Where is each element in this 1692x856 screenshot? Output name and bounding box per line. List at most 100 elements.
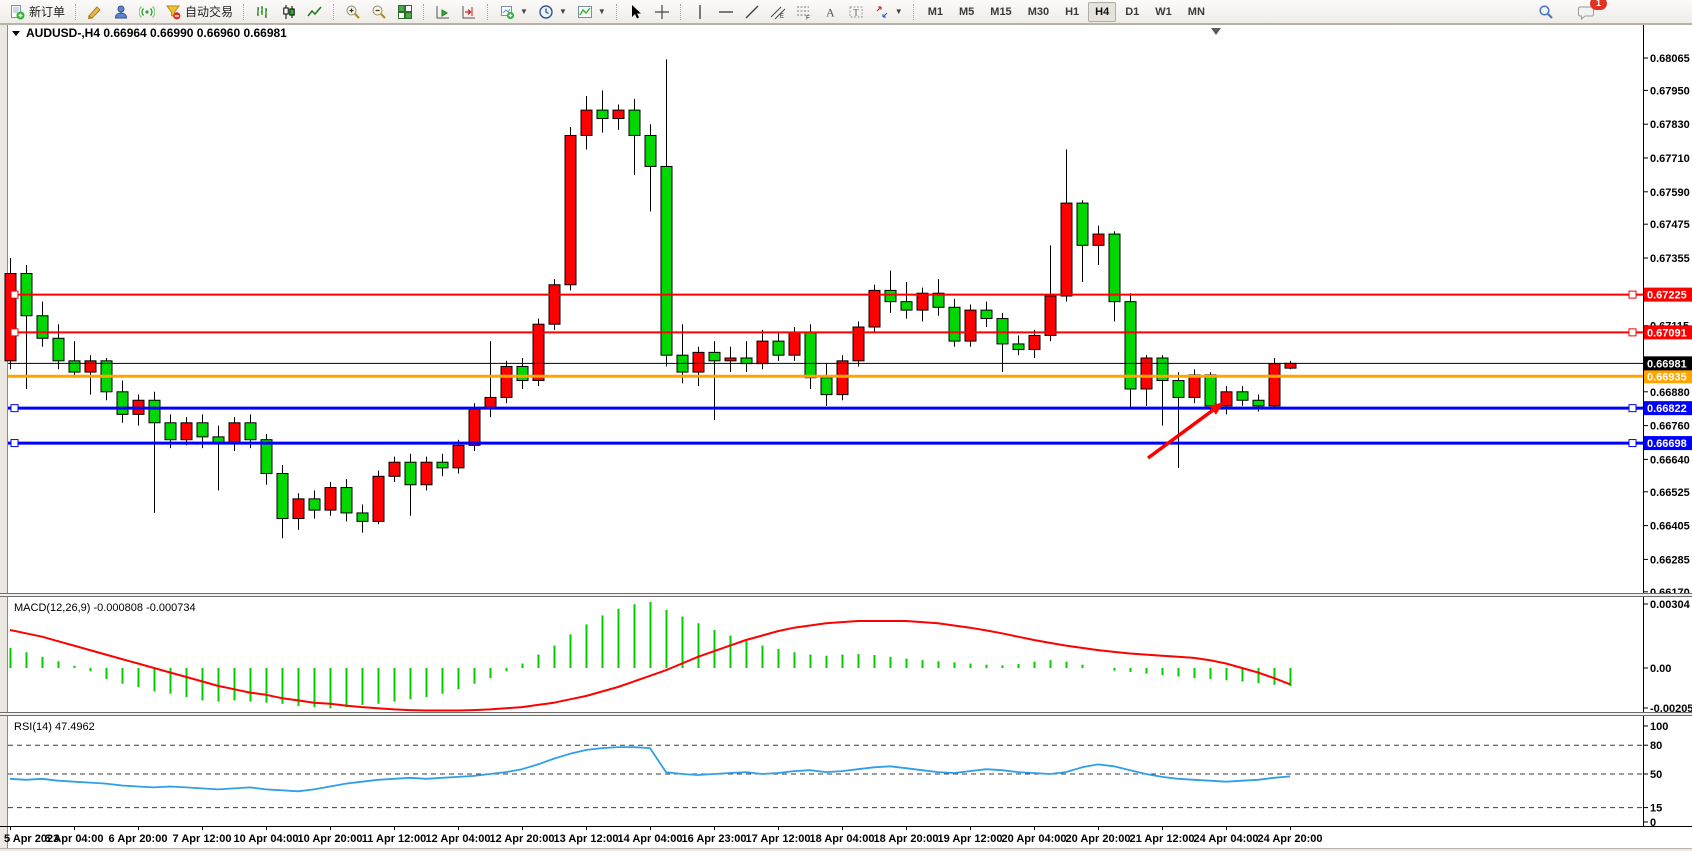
- candlestick-up: [181, 423, 192, 440]
- candlestick-down: [357, 513, 368, 521]
- zoom-in-icon: [345, 4, 361, 20]
- horizontal-line-icon: [718, 4, 734, 20]
- bar-chart-button[interactable]: [250, 1, 276, 23]
- text-label-tool-button[interactable]: T: [843, 1, 869, 23]
- fibonacci-tool-button[interactable]: F: [791, 1, 817, 23]
- timeframe-m30[interactable]: M30: [1021, 2, 1056, 22]
- toolbar-separator: [487, 4, 489, 20]
- timeframe-m1[interactable]: M1: [921, 2, 950, 22]
- indicators-button[interactable]: ▼: [572, 1, 611, 23]
- chart-shift-button[interactable]: [456, 1, 482, 23]
- candlestick-up: [693, 352, 704, 372]
- candlestick-up: [1285, 363, 1296, 368]
- line-chart-icon: [307, 4, 323, 20]
- auto-scroll-icon: [435, 4, 451, 20]
- price-axis-label: 0.67950: [1650, 85, 1690, 97]
- chart-area[interactable]: 0.680650.679500.678300.677100.675900.674…: [0, 24, 1692, 851]
- vertical-line-tool-button[interactable]: [687, 1, 713, 23]
- toolbar-separator: [333, 4, 335, 20]
- time-axis-label: 20 Apr 20:00: [1065, 833, 1130, 845]
- line-handle[interactable]: [1629, 440, 1636, 447]
- line-price-box-label: 0.67225: [1647, 290, 1687, 302]
- rsi-axis-label: 15: [1650, 803, 1662, 815]
- toolbar-separator: [423, 4, 425, 20]
- line-price-box-label: 0.67091: [1647, 327, 1687, 339]
- rsi-axis-label: 0: [1650, 817, 1656, 829]
- timeframe-m5[interactable]: M5: [952, 2, 981, 22]
- notification-badge: 1: [1590, 0, 1607, 10]
- time-axis-label: 10 Apr 04:00: [233, 833, 298, 845]
- price-axis-label: 0.66880: [1650, 387, 1690, 399]
- price-axis-label: 0.66170: [1650, 587, 1690, 599]
- depth-of-market-button[interactable]: [108, 1, 134, 23]
- line-handle[interactable]: [11, 329, 18, 336]
- signals-button[interactable]: [134, 1, 160, 23]
- channel-tool-button[interactable]: E: [765, 1, 791, 23]
- time-axis-label: 18 Apr 04:00: [809, 833, 874, 845]
- candlestick-up: [325, 488, 336, 511]
- auto-trading-button[interactable]: 自动交易: [160, 1, 238, 23]
- candlestick-up: [389, 462, 400, 476]
- time-axis-label: 21 Apr 12:00: [1129, 833, 1194, 845]
- candlestick-down: [885, 290, 896, 301]
- candlestick-down: [165, 423, 176, 440]
- cursor-button[interactable]: [623, 1, 649, 23]
- chevron-down-icon: ▼: [520, 7, 528, 16]
- equidistant-channel-icon: E: [770, 4, 786, 20]
- candlestick-up: [1269, 364, 1280, 406]
- candlestick-down: [709, 352, 720, 360]
- timeframe-mn[interactable]: MN: [1181, 2, 1212, 22]
- timeframe-m15[interactable]: M15: [983, 2, 1018, 22]
- timeframe-h4-active[interactable]: H4: [1088, 2, 1116, 22]
- candlestick-up: [613, 110, 624, 118]
- candlestick-down: [997, 319, 1008, 344]
- line-handle[interactable]: [1629, 405, 1636, 412]
- periodicity-button[interactable]: ▼: [533, 1, 572, 23]
- price-chart-svg[interactable]: 0.680650.679500.678300.677100.675900.674…: [0, 24, 1692, 851]
- line-handle[interactable]: [11, 440, 18, 447]
- time-axis-label: 24 Apr 20:00: [1257, 833, 1322, 845]
- candlestick-down: [821, 378, 832, 395]
- toolbar: 新订单 自动交易: [0, 0, 1692, 24]
- tile-windows-button[interactable]: [392, 1, 418, 23]
- new-chart-button[interactable]: ▼: [494, 1, 533, 23]
- line-chart-button[interactable]: [302, 1, 328, 23]
- arrows-tool-button[interactable]: ▼: [869, 1, 908, 23]
- timeframe-w1[interactable]: W1: [1148, 2, 1179, 22]
- auto-scroll-button[interactable]: [430, 1, 456, 23]
- line-handle[interactable]: [11, 291, 18, 298]
- vertical-line-icon: [692, 4, 708, 20]
- candlestick-down: [37, 316, 48, 339]
- bar-chart-icon: [255, 4, 271, 20]
- search-button[interactable]: [1533, 1, 1559, 23]
- styles-button[interactable]: [82, 1, 108, 23]
- horizontal-line-tool-button[interactable]: [713, 1, 739, 23]
- zoom-out-button[interactable]: [366, 1, 392, 23]
- trendline-tool-button[interactable]: [739, 1, 765, 23]
- indicator-list-icon: [577, 4, 593, 20]
- candlestick-down: [69, 361, 80, 372]
- candlestick-up: [757, 341, 768, 364]
- trendline-icon: [744, 4, 760, 20]
- line-handle[interactable]: [1629, 329, 1636, 336]
- candlestick-down: [645, 135, 656, 166]
- time-axis-label: 20 Apr 04:00: [1001, 833, 1066, 845]
- candlestick-down: [773, 341, 784, 355]
- crosshair-button[interactable]: [649, 1, 675, 23]
- candlestick-down: [405, 462, 416, 485]
- line-handle[interactable]: [1629, 291, 1636, 298]
- toolbar-separator: [913, 4, 915, 20]
- line-handle[interactable]: [11, 405, 18, 412]
- new-order-button[interactable]: 新订单: [4, 1, 70, 23]
- timeframe-h1[interactable]: H1: [1058, 2, 1086, 22]
- time-axis-label: 11 Apr 12:00: [362, 833, 426, 845]
- timeframe-d1[interactable]: D1: [1118, 2, 1146, 22]
- text-tool-button[interactable]: A: [817, 1, 843, 23]
- zoom-in-button[interactable]: [340, 1, 366, 23]
- candlestick-up: [1093, 234, 1104, 245]
- candlestick-up: [501, 366, 512, 397]
- price-axis-label: 0.66285: [1650, 554, 1690, 566]
- svg-text:F: F: [806, 14, 810, 20]
- candlestick-chart-button[interactable]: [276, 1, 302, 23]
- candlestick-up: [565, 135, 576, 284]
